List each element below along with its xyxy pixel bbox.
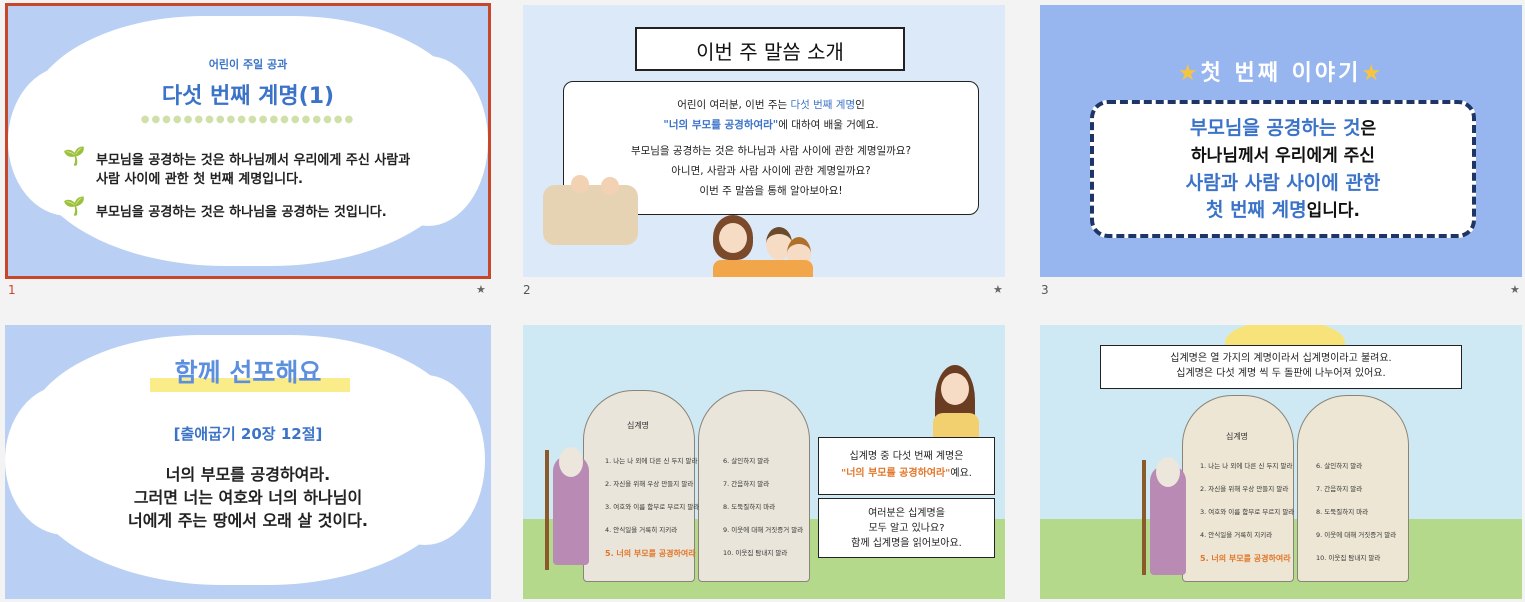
- sprout-icon: 🌱: [63, 146, 86, 167]
- commandment-item: 9. 이웃에 대해 거짓증거 말라: [1316, 531, 1397, 539]
- teacher-face: [941, 373, 969, 405]
- commandment-item: 10. 이웃집 탐내지 말라: [1316, 554, 1381, 562]
- commandment-item: 3. 여호와 이름 함부로 부르지 말라: [605, 503, 700, 511]
- verse-line: 너의 부모를 공경하여라.: [165, 465, 331, 484]
- slide-title: 다섯 번째 계명(1): [161, 84, 335, 109]
- text: 모두 알고 있나요?: [868, 523, 945, 534]
- person-head: [571, 175, 589, 193]
- scripture-reference: [출애굽기 20장 12절]: [173, 425, 323, 443]
- commandment-item: 2. 자신을 위해 우상 만들지 말라: [1200, 485, 1289, 493]
- teacher-clothes: [933, 413, 979, 438]
- family-sofa-illustration: [543, 185, 638, 245]
- highlight-text: 부모님을 공경하는 것: [1189, 117, 1361, 139]
- text: 인: [855, 99, 865, 111]
- slide-thumbnail-4[interactable]: 함께 선포해요 [출애굽기 20장 12절] 너의 부모를 공경하여라. 그러면…: [5, 325, 491, 599]
- highlight-text: 사람과 사람 사이에 관한: [1185, 172, 1381, 194]
- text: 입니다.: [1306, 201, 1361, 221]
- commandment-item: 7. 간음하지 말라: [723, 480, 770, 488]
- staff: [1142, 460, 1146, 575]
- slide-number: 1: [8, 283, 16, 297]
- subtitle: 어린이 주일 공과: [208, 58, 288, 71]
- highlight-text: "너의 부모를 공경하여라": [841, 468, 951, 479]
- commandment-item: 4. 안식일을 거룩히 지키라: [605, 526, 678, 534]
- star-icon[interactable]: ★: [1510, 283, 1520, 296]
- star-decoration-icon: ★: [1177, 61, 1201, 86]
- text: 아니면, 사람과 사람 사이에 관한 계명일까요?: [671, 165, 871, 177]
- moses-head: [1156, 457, 1180, 487]
- star-icon[interactable]: ★: [993, 283, 1003, 296]
- bullet-text: 부모님을 공경하는 것은 하나님께서 우리에게 주신 사람과: [96, 153, 411, 168]
- verse-line: 그러면 너는 여호와 너의 하나님이: [133, 488, 363, 507]
- tablet-title: 십계명: [1225, 432, 1249, 441]
- moses-head: [559, 447, 583, 477]
- commandment-item: 3. 여호와 이름 함부로 부르지 말라: [1200, 508, 1295, 516]
- star-decoration-icon: ★: [1361, 61, 1385, 86]
- dotted-divider: ●●●●●●●●●●●●●●●●●●●●: [140, 114, 356, 125]
- commandment-item: 6. 살인하지 말라: [723, 457, 770, 465]
- slide-number: 3: [1041, 283, 1049, 297]
- text: 은: [1360, 119, 1377, 139]
- commandment-item: 8. 도둑질하지 마라: [1316, 508, 1369, 516]
- verse-line: 너에게 주는 땅에서 오래 살 것이다.: [127, 511, 368, 530]
- sprout-icon: 🌱: [63, 196, 86, 217]
- text: 여러분은 십계명을: [868, 508, 945, 519]
- highlight-text: 다섯 번째 계명: [790, 99, 856, 111]
- text: 하나님께서 우리에게 주신: [1191, 146, 1375, 166]
- commandment-item: 7. 간음하지 말라: [1316, 485, 1363, 493]
- text: 에 대하여 배울 거예요.: [778, 119, 879, 131]
- commandment-item-highlight: 5. 너의 부모를 공경하여라: [605, 549, 696, 558]
- slide-title: 첫 번째 이야기: [1200, 61, 1362, 86]
- highlight-text: 첫 번째 계명: [1205, 199, 1307, 221]
- text: 십계명은 열 가지의 계명이라서 십계명이라고 불려요.: [1170, 353, 1392, 364]
- highlight-text: "너의 부모를 공경하여라": [663, 119, 779, 131]
- slide-title: 함께 선포해요: [174, 358, 322, 387]
- person-head: [601, 177, 619, 195]
- commandment-item: 4. 안식일을 거룩히 지키라: [1200, 531, 1273, 539]
- slide-thumbnail-6[interactable]: 십계명은 열 가지의 계명이라서 십계명이라고 불려요. 십계명은 다섯 계명 …: [1040, 325, 1522, 599]
- staff: [545, 450, 549, 570]
- star-icon[interactable]: ★: [476, 283, 486, 296]
- text: 십계명 중 다섯 번째 계명은: [849, 451, 964, 462]
- commandment-item: 1. 나는 나 외에 다른 신 두지 말라: [1200, 462, 1293, 470]
- text: 함께 십계명을 읽어보아요.: [851, 538, 962, 549]
- text: 예요.: [950, 468, 972, 479]
- text: 십계명은 다섯 계명 씩 두 돌판에 나누어져 있어요.: [1176, 368, 1386, 379]
- commandment-item: 6. 살인하지 말라: [1316, 462, 1363, 470]
- commandment-item: 2. 자신을 위해 우상 만들지 말라: [605, 480, 694, 488]
- kids-clothes: [713, 260, 813, 277]
- slide-thumbnail-3[interactable]: ★첫 번째 이야기★ 부모님을 공경하는 것은 하나님께서 우리에게 주신 사람…: [1040, 5, 1522, 277]
- bullet-text: 사람 사이에 관한 첫 번째 계명입니다.: [96, 172, 303, 187]
- bullet-text: 부모님을 공경하는 것은 하나님을 공경하는 것입니다.: [96, 205, 387, 220]
- slide-title: 이번 주 말씀 소개: [696, 40, 844, 64]
- commandment-item-highlight: 5. 너의 부모를 공경하여라: [1200, 554, 1291, 563]
- slide-thumbnail-5[interactable]: 십계명 1. 나는 나 외에 다른 신 두지 말라 2. 자신을 위해 우상 만…: [523, 325, 1005, 599]
- tablet-title: 십계명: [626, 421, 650, 430]
- slide-thumbnail-2[interactable]: 이번 주 말씀 소개 어린이 여러분, 이번 주는 다섯 번째 계명인 "너의 …: [523, 5, 1005, 277]
- girl-face: [719, 223, 747, 253]
- commandment-item: 1. 나는 나 외에 다른 신 두지 말라: [605, 457, 698, 465]
- slide-number: 2: [523, 283, 531, 297]
- commandment-item: 8. 도둑질하지 마라: [723, 503, 776, 511]
- text: 어린이 여러분, 이번 주는: [677, 99, 791, 111]
- text: 부모님을 공경하는 것은 하나님과 사람 사이에 관한 계명일까요?: [630, 145, 912, 157]
- commandment-item: 9. 이웃에 대해 거짓증거 말라: [723, 526, 804, 534]
- slide-thumbnail-1[interactable]: 어린이 주일 공과 다섯 번째 계명(1) ●●●●●●●●●●●●●●●●●●…: [5, 3, 491, 279]
- commandment-item: 10. 이웃집 탐내지 말라: [723, 549, 788, 557]
